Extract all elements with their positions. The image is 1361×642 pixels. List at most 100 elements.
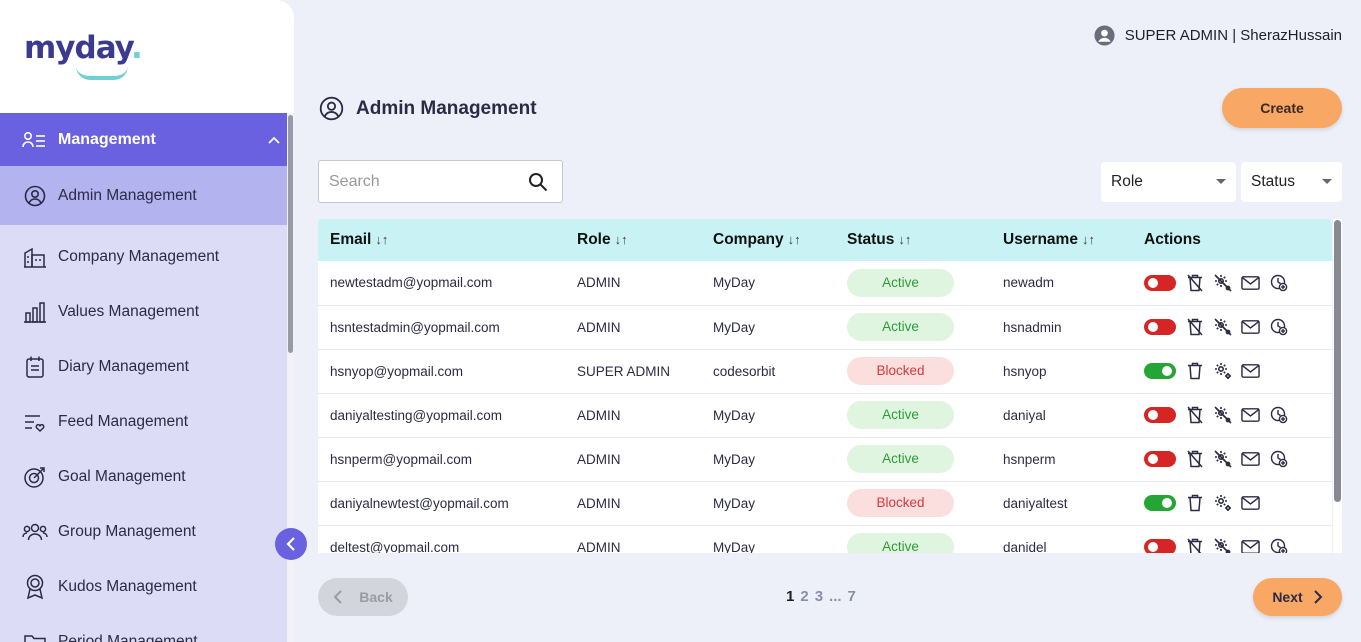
- column-header-email[interactable]: Email ↓↑: [318, 219, 565, 261]
- delete-disabled-icon[interactable]: [1185, 273, 1204, 292]
- delete-disabled-icon[interactable]: [1185, 538, 1204, 553]
- pagination-pages: 1 2 3 ... 7: [786, 588, 856, 605]
- logo[interactable]: myday.: [24, 30, 143, 80]
- chevron-up-icon[interactable]: [267, 133, 281, 147]
- mail-icon[interactable]: [1241, 538, 1260, 553]
- user-menu[interactable]: SUPER ADMIN | SherazHussain: [1094, 25, 1342, 46]
- mail-icon[interactable]: [1241, 450, 1260, 469]
- status-toggle[interactable]: [1144, 274, 1176, 291]
- sidebar-item-goal-management[interactable]: Goal Management: [0, 449, 287, 504]
- row-actions: [1144, 273, 1332, 292]
- table-scrollbar[interactable]: [1333, 219, 1342, 553]
- permissions-disabled-icon[interactable]: [1213, 273, 1232, 292]
- collapse-sidebar-button[interactable]: [275, 528, 307, 560]
- sidebar-item-feed-management[interactable]: Feed Management: [0, 394, 287, 449]
- cell-status: Active: [835, 261, 991, 305]
- page-link[interactable]: 3: [815, 588, 823, 605]
- delete-disabled-icon[interactable]: [1185, 406, 1204, 425]
- sidebar-item-label: Period Management: [58, 632, 198, 642]
- cell-username: hsnperm: [1003, 451, 1056, 467]
- permissions-disabled-icon[interactable]: [1213, 406, 1232, 425]
- sidebar-item-diary-management[interactable]: Diary Management: [0, 339, 287, 394]
- table-row: deltest@yopmail.com ADMIN MyDay Active danid…: [318, 525, 1332, 553]
- column-header-company[interactable]: Company ↓↑: [701, 219, 835, 261]
- column-header-actions: Actions: [1144, 231, 1201, 248]
- cell-actions: [1132, 437, 1332, 481]
- sidebar-item-label: Company Management: [58, 247, 220, 265]
- status-badge: Blocked: [847, 357, 954, 385]
- cell-company: MyDay: [713, 275, 756, 291]
- mail-icon[interactable]: [1241, 318, 1260, 337]
- mail-icon[interactable]: [1241, 273, 1260, 292]
- next-button[interactable]: Next: [1253, 578, 1342, 616]
- mail-icon[interactable]: [1241, 362, 1260, 381]
- status-toggle[interactable]: [1144, 407, 1176, 423]
- user-avatar-icon: [1094, 25, 1115, 46]
- sidebar-scrollbar[interactable]: [287, 113, 294, 642]
- delete-icon[interactable]: [1185, 362, 1204, 381]
- sidebar-section-management[interactable]: Management: [0, 113, 287, 166]
- page-link[interactable]: 1: [786, 588, 794, 605]
- column-header-status[interactable]: Status ↓↑: [835, 219, 991, 261]
- cell-email: deltest@yopmail.com: [330, 539, 460, 554]
- search-icon[interactable]: [528, 172, 548, 192]
- column-header-username[interactable]: Username ↓↑: [991, 219, 1132, 261]
- status-toggle[interactable]: [1144, 451, 1176, 467]
- sidebar-nav: Management Admin Management Company Mana…: [0, 113, 287, 642]
- cell-actions: [1132, 305, 1332, 349]
- table-row: daniyalnewtest@yopmail.com ADMIN MyDay Bloc…: [318, 481, 1332, 525]
- sidebar-section-label: Management: [58, 130, 156, 148]
- sidebar-item-kudos-management[interactable]: Kudos Management: [0, 559, 287, 614]
- user-circle-icon: [22, 183, 48, 209]
- clock-plus-icon[interactable]: [1269, 318, 1288, 337]
- status-toggle[interactable]: [1144, 495, 1176, 511]
- cell-username: newadm: [1003, 275, 1055, 291]
- building-icon: [22, 244, 48, 270]
- permissions-disabled-icon[interactable]: [1213, 538, 1232, 553]
- column-header-role[interactable]: Role ↓↑: [565, 219, 701, 261]
- permissions-disabled-icon[interactable]: [1213, 450, 1232, 469]
- role-filter-select[interactable]: Role: [1101, 162, 1236, 202]
- status-filter-select[interactable]: Status: [1241, 162, 1342, 202]
- search-box[interactable]: [318, 160, 563, 203]
- mail-icon[interactable]: [1241, 406, 1260, 425]
- sidebar-item-values-management[interactable]: Values Management: [0, 284, 287, 339]
- table-scrollbar-thumb[interactable]: [1334, 220, 1341, 502]
- sidebar-item-label: Kudos Management: [58, 577, 197, 595]
- chevron-right-icon: [1313, 590, 1323, 604]
- page-header: Admin Management: [319, 96, 537, 121]
- status-badge: Active: [847, 268, 954, 297]
- permissions-icon[interactable]: [1213, 362, 1232, 381]
- delete-icon[interactable]: [1185, 494, 1204, 513]
- sort-icon[interactable]: ↓↑: [615, 232, 628, 247]
- sort-icon[interactable]: ↓↑: [898, 232, 911, 247]
- clock-plus-icon[interactable]: [1269, 406, 1288, 425]
- sidebar-item-group-management[interactable]: Group Management: [0, 504, 287, 559]
- delete-disabled-icon[interactable]: [1185, 318, 1204, 337]
- clock-plus-icon[interactable]: [1269, 273, 1288, 292]
- page-link[interactable]: 7: [848, 588, 856, 605]
- status-toggle[interactable]: [1144, 319, 1176, 335]
- cell-company: codesorbit: [713, 363, 776, 379]
- status-toggle[interactable]: [1144, 539, 1176, 553]
- sidebar-scrollbar-thumb[interactable]: [288, 115, 293, 353]
- sidebar-item-period-management[interactable]: Period Management: [0, 614, 287, 642]
- permissions-icon[interactable]: [1213, 494, 1232, 513]
- bar-chart-icon: [22, 299, 48, 325]
- back-button[interactable]: Back: [318, 578, 408, 616]
- sort-icon[interactable]: ↓↑: [1082, 232, 1095, 247]
- clock-plus-icon[interactable]: [1269, 538, 1288, 553]
- sidebar-item-company-management[interactable]: Company Management: [0, 229, 287, 284]
- permissions-disabled-icon[interactable]: [1213, 318, 1232, 337]
- delete-disabled-icon[interactable]: [1185, 450, 1204, 469]
- mail-icon[interactable]: [1241, 494, 1260, 513]
- sidebar-item-admin-management[interactable]: Admin Management: [0, 166, 287, 225]
- search-input[interactable]: [319, 172, 519, 191]
- page-link[interactable]: 2: [800, 588, 808, 605]
- sort-icon[interactable]: ↓↑: [788, 232, 801, 247]
- clock-plus-icon[interactable]: [1269, 450, 1288, 469]
- status-toggle[interactable]: [1144, 363, 1176, 379]
- sort-icon[interactable]: ↓↑: [375, 232, 388, 247]
- create-button[interactable]: Create: [1222, 88, 1342, 128]
- sidebar-item-label: Goal Management: [58, 467, 186, 485]
